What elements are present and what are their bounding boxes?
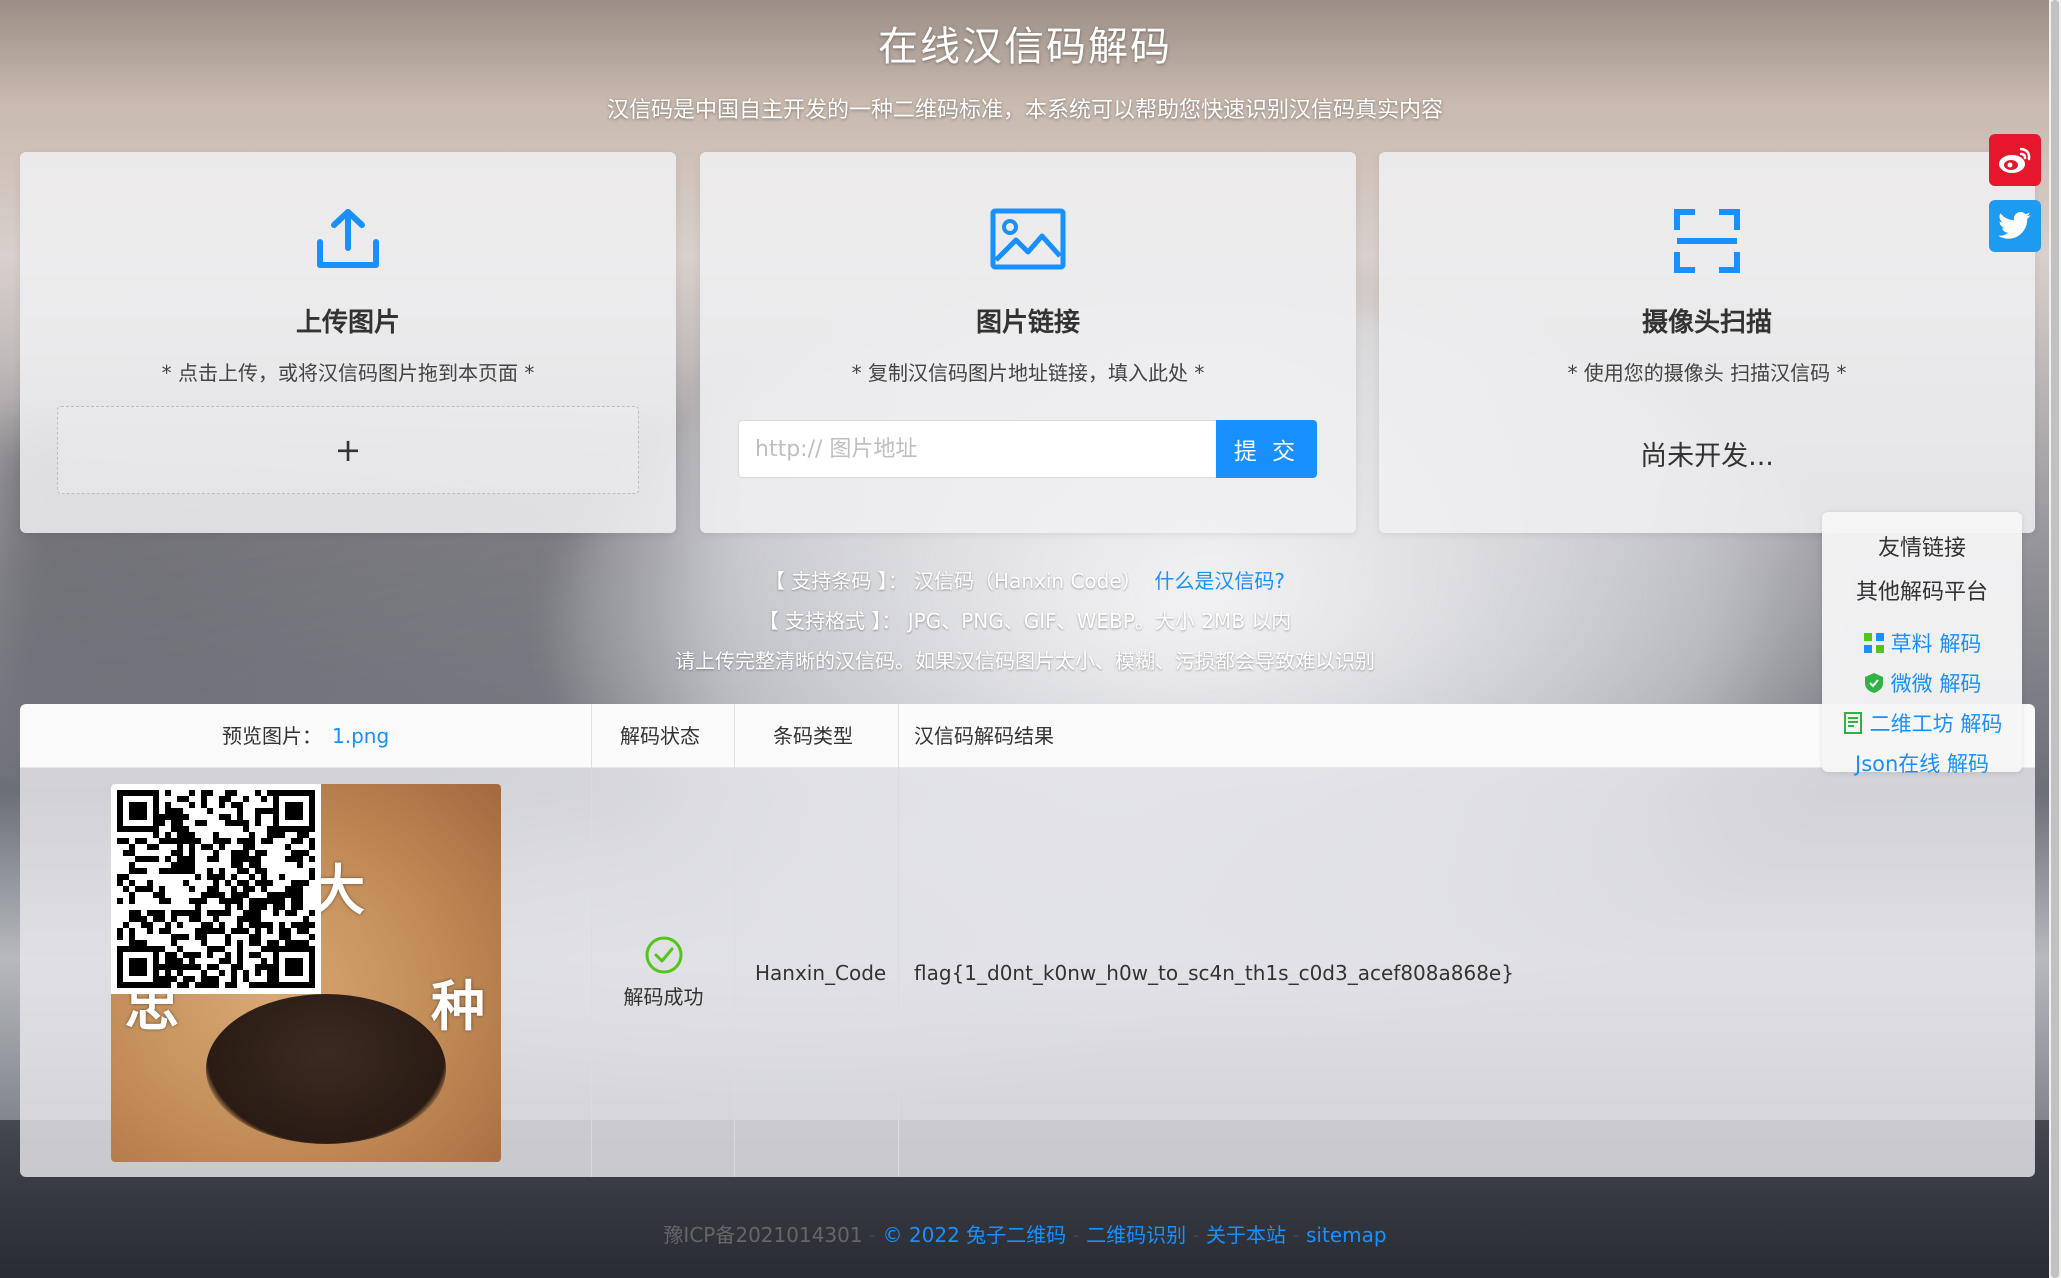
upload-notice: 请上传完整清晰的汉信码。如果汉信码图片太小、模糊、污损都会导致难以识别 [675, 649, 1375, 673]
footer: 豫ICP备2021014301 - © 2022 兔子二维码 - 二维码识别 -… [0, 1219, 2050, 1248]
camera-card: 摄像头扫描 * 使用您的摄像头 扫描汉信码 * 尚未开发... [1379, 152, 2035, 533]
friend-link-label: Json在线 解码 [1855, 752, 1989, 776]
twitter-share-button[interactable] [1989, 200, 2041, 252]
camera-title: 摄像头扫描 [1641, 308, 1772, 338]
friend-link-label: 二维工坊 解码 [1869, 712, 2003, 736]
scan-icon [1673, 208, 1741, 278]
table-header: 预览图片： 1.png 解码状态 条码类型 汉信码解码结果 [20, 704, 2035, 768]
friend-link-label: 草料 解码 [1890, 632, 1982, 656]
type-header: 条码类型 [773, 724, 853, 748]
weibo-icon [1999, 147, 2031, 173]
footer-separator: - [1192, 1223, 1200, 1247]
friend-link-json[interactable]: Json在线 解码 [1822, 748, 2022, 778]
upload-dropzone[interactable]: + [57, 406, 639, 494]
image-caption-char: 种 [431, 975, 485, 1038]
result-header: 汉信码解码结果 [914, 724, 1054, 748]
url-card: 图片链接 * 复制汉信码图片地址链接，填入此处 * 提 交 [700, 152, 1356, 533]
support-format-value: JPG、PNG、GIF、WEBP。大小 2MB 以内 [907, 609, 1292, 633]
preview-label: 预览图片： [222, 724, 322, 748]
footer-icp: 豫ICP备2021014301 [663, 1223, 863, 1247]
what-is-hanxin-link[interactable]: 什么是汉信码? [1154, 569, 1285, 593]
check-circle-icon [645, 936, 682, 974]
upload-desc: * 点击上传，或将汉信码图片拖到本页面 * [161, 361, 535, 385]
weibo-share-button[interactable] [1989, 134, 2041, 186]
decode-status-text: 解码成功 [623, 985, 704, 1009]
footer-sitemap-link[interactable]: sitemap [1306, 1223, 1387, 1247]
support-code-line: 【 支持条码 】： 汉信码（Hanxin Code） 什么是汉信码? [0, 565, 2050, 594]
column-divider [898, 704, 899, 1177]
document-icon [1842, 712, 1864, 734]
upload-title: 上传图片 [295, 308, 400, 338]
friend-links-panel: 友情链接 其他解码平台 草料 解码 微微 解码 二维工坊 解码 Json在线 解… [1822, 512, 2022, 776]
footer-separator: - [868, 1223, 877, 1247]
status-header: 解码状态 [620, 724, 700, 748]
page-scrollbar[interactable] [2049, 0, 2061, 1278]
result-table: 预览图片： 1.png 解码状态 条码类型 汉信码解码结果 大 种 忠 解码成功 … [20, 704, 2035, 1177]
decode-result-value: flag{1_d0nt_k0nw_h0w_to_sc4n_th1s_c0d3_a… [914, 960, 1514, 985]
dog-nose [206, 994, 446, 1144]
friend-link-erwei-gongfang[interactable]: 二维工坊 解码 [1822, 708, 2022, 738]
support-code-value: 汉信码（Hanxin Code） [914, 569, 1142, 593]
url-desc: * 复制汉信码图片地址链接，填入此处 * [851, 361, 1205, 385]
camera-status: 尚未开发... [1640, 441, 1774, 472]
shield-icon [1863, 672, 1885, 694]
support-code-label: 【 支持条码 】： [764, 569, 908, 593]
preview-header: 预览图片： 1.png [222, 704, 389, 768]
footer-copyright-link[interactable]: © 2022 兔子二维码 [883, 1223, 1067, 1247]
friend-link-weiwei[interactable]: 微微 解码 [1822, 668, 2022, 698]
image-icon [990, 208, 1066, 274]
page-subtitle: 汉信码是中国自主开发的一种二维码标准，本系统可以帮助您快速识别汉信码真实内容 [606, 98, 1443, 123]
friend-link-caoliao[interactable]: 草料 解码 [1822, 628, 2022, 658]
plus-icon: + [334, 431, 362, 469]
hanxin-code-image [111, 784, 321, 994]
decode-status-cell: 解码成功 [592, 768, 735, 1177]
upload-card: 上传图片 * 点击上传，或将汉信码图片拖到本页面 * + [20, 152, 676, 533]
friend-links-subtitle: 其他解码平台 [1855, 580, 1988, 605]
friend-link-label: 微微 解码 [1890, 672, 1982, 696]
footer-about-link[interactable]: 关于本站 [1206, 1223, 1286, 1247]
barcode-type-value: Hanxin_Code [755, 960, 887, 985]
footer-qr-recognition-link[interactable]: 二维码识别 [1086, 1223, 1186, 1247]
url-title: 图片链接 [975, 308, 1080, 338]
support-format-line: 【 支持格式 】： JPG、PNG、GIF、WEBP。大小 2MB 以内 [0, 605, 2050, 634]
submit-button[interactable]: 提 交 [1216, 420, 1317, 478]
friend-links-title: 友情链接 [1877, 536, 1966, 561]
footer-separator: - [1292, 1223, 1300, 1247]
qr-grid-icon [1863, 632, 1885, 654]
support-format-label: 【 支持格式 】： [758, 609, 902, 633]
scrollbar-thumb[interactable] [2051, 0, 2059, 1278]
footer-separator: - [1072, 1223, 1080, 1247]
upload-icon [315, 208, 381, 274]
preview-image: 大 种 忠 [111, 784, 501, 1162]
twitter-icon [1998, 211, 2031, 239]
camera-desc: * 使用您的摄像头 扫描汉信码 * [1567, 361, 1847, 385]
preview-filename-link[interactable]: 1.png [332, 724, 389, 748]
image-url-input[interactable] [738, 420, 1216, 478]
page-title: 在线汉信码解码 [878, 24, 1172, 70]
